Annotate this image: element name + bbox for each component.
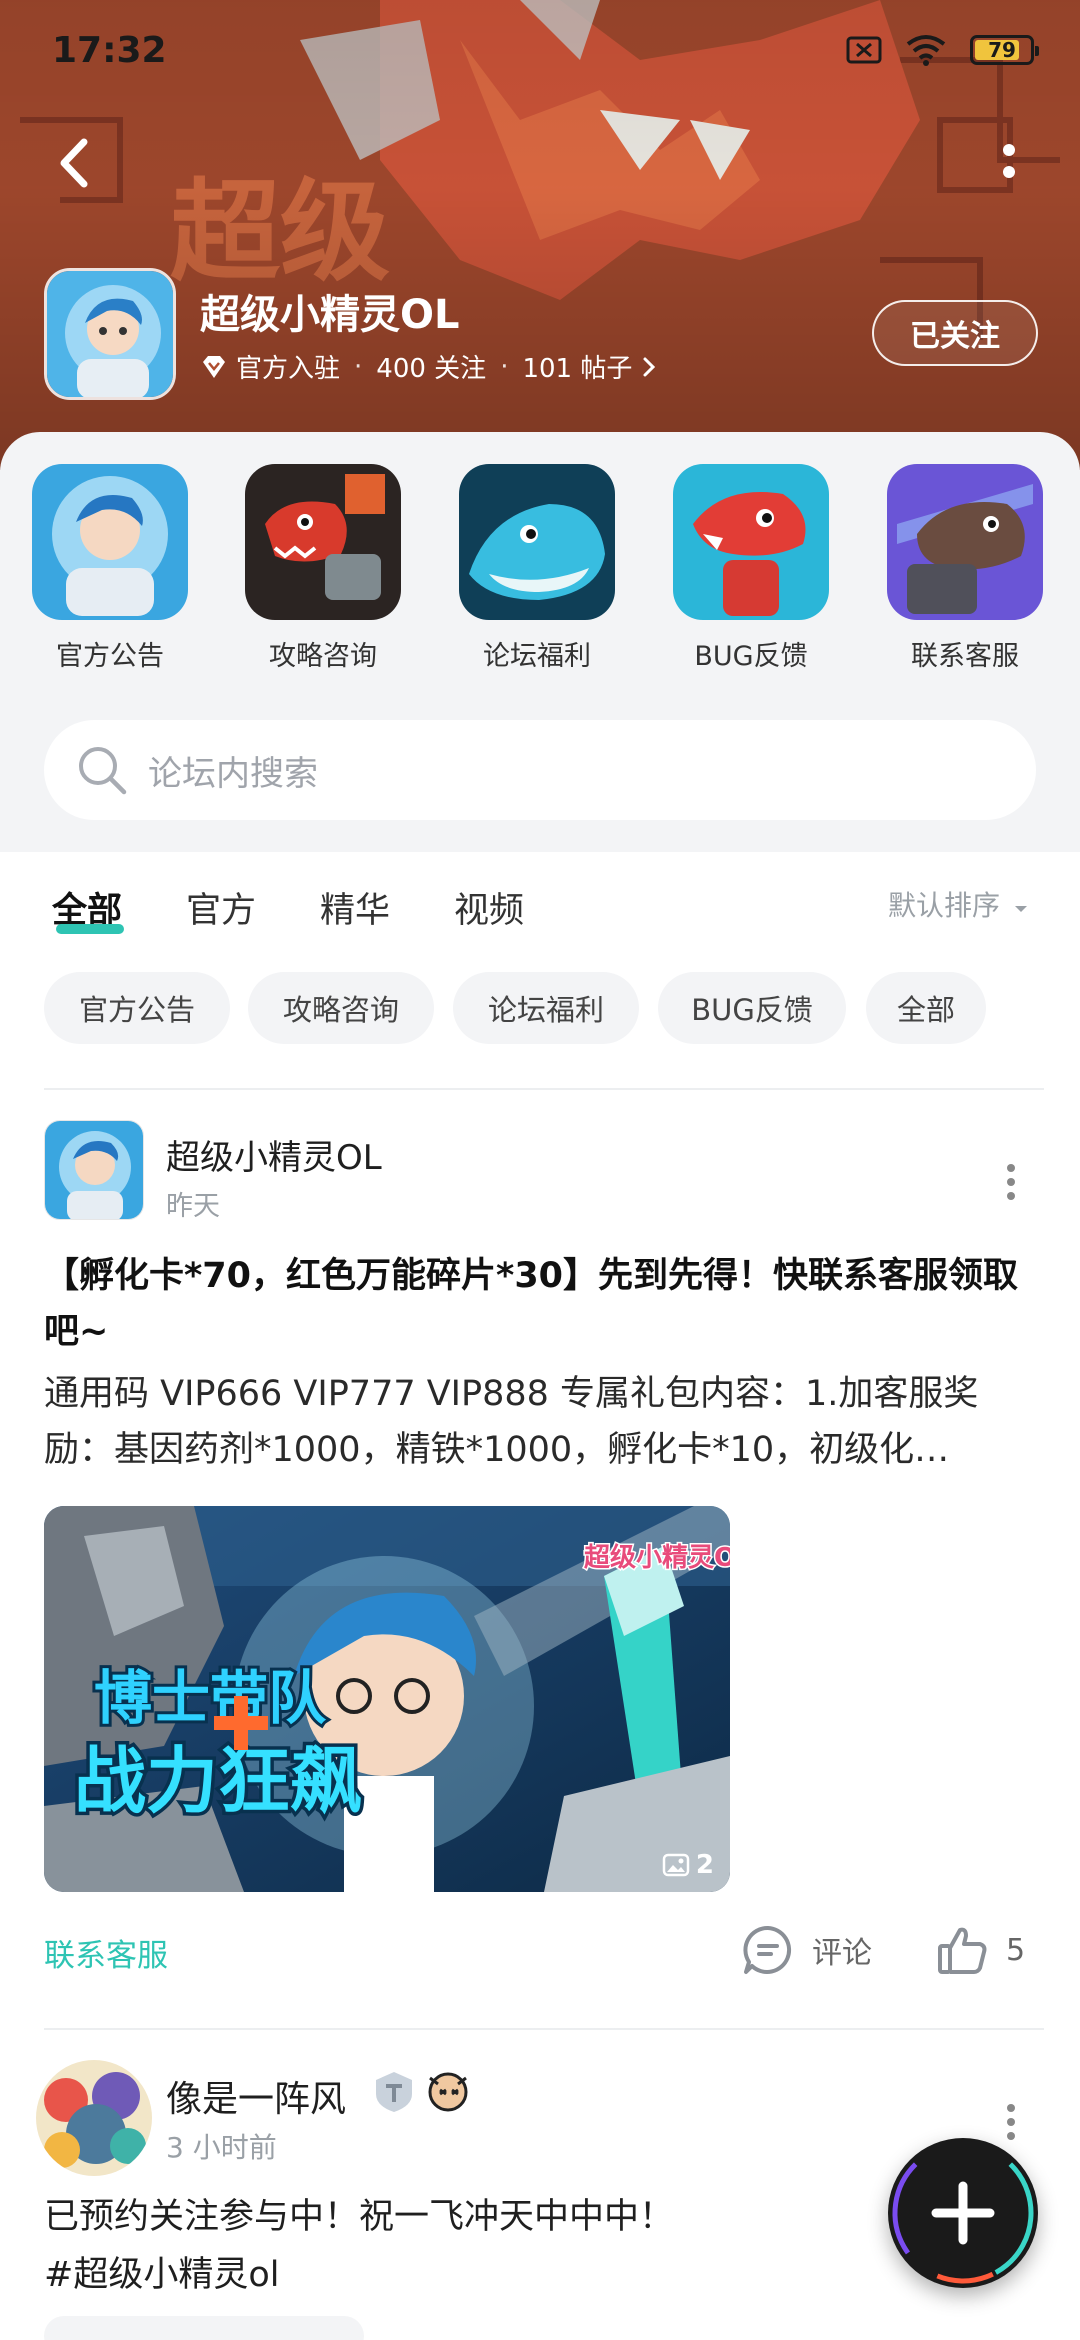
- chip-all[interactable]: 全部: [866, 972, 986, 1044]
- tab-featured[interactable]: 精华: [320, 882, 390, 933]
- post-time: 昨天: [166, 1191, 220, 1222]
- post-actions: 联系客服 评论 5: [0, 1920, 1080, 1990]
- like-count: 5: [1006, 1932, 1026, 1968]
- shortcut-forum-welfare[interactable]: 论坛福利: [442, 464, 632, 674]
- like-button[interactable]: 5: [934, 1920, 1025, 1980]
- post-count: 101 帖子: [522, 354, 633, 384]
- skull-badge-icon: [428, 2072, 468, 2112]
- contact-service-icon: [887, 464, 1043, 620]
- chevron-right-icon: [643, 357, 656, 376]
- forum-search-bar[interactable]: 论坛内搜索: [44, 720, 1036, 820]
- caret-down-icon: [1014, 906, 1027, 912]
- forum-avatar[interactable]: [44, 268, 176, 400]
- chip-official-notice[interactable]: 官方公告: [44, 972, 230, 1044]
- divider: [44, 2028, 1044, 2030]
- sort-dropdown[interactable]: 默认排序: [888, 884, 1029, 924]
- search-icon: [79, 747, 127, 795]
- gallery-icon: [662, 1853, 690, 1877]
- shortcut-label: 论坛福利: [483, 641, 591, 672]
- forum-meta[interactable]: 官方入驻 · 400 关注 · 101 帖子: [200, 348, 658, 385]
- bug-report-icon: [673, 464, 829, 620]
- shortcut-label: 攻略咨询: [269, 641, 377, 672]
- status-time: 17:32: [52, 30, 167, 71]
- wifi-icon: [906, 35, 946, 66]
- post-body-line: 已预约关注参与中！祝一飞冲天中中中！: [44, 2197, 675, 2237]
- forum-panel: 官方公告 攻略咨询 论坛福利 BUG反馈 联系客服 论坛内搜索: [0, 432, 1080, 852]
- status-icons: 79: [846, 34, 1039, 66]
- post-card[interactable]: 超级小精灵OL 昨天 【孵化卡*70，红色万能碎片*30】先到先得！快联系客服领…: [0, 1120, 1080, 2020]
- author-avatar[interactable]: [36, 2060, 152, 2176]
- back-button[interactable]: [40, 128, 110, 198]
- divider: [44, 1088, 1044, 1090]
- meta-separator: ·: [500, 351, 509, 382]
- verified-diamond-icon: [203, 355, 225, 378]
- tab-official[interactable]: 官方: [186, 882, 256, 933]
- battery-level: 79: [988, 38, 1016, 62]
- post-time: 3 小时前: [166, 2131, 277, 2164]
- post-image[interactable]: 博士带队 战力狂飙 超级小精灵OL 2: [44, 1506, 730, 1892]
- post-hashtag[interactable]: #超级小精灵ol: [44, 2246, 944, 2304]
- image-headline-top: 博士带队: [94, 1664, 327, 1732]
- contact-service-link[interactable]: 联系客服: [44, 1930, 168, 1975]
- shortcut-row: 官方公告 攻略咨询 论坛福利 BUG反馈 联系客服: [0, 464, 1080, 672]
- strategy-icon: [245, 464, 401, 620]
- comment-label: 评论: [812, 1936, 872, 1971]
- status-bar: 17:32 79: [0, 0, 1080, 100]
- follow-count: 400 关注: [376, 354, 487, 384]
- post-title[interactable]: 【孵化卡*70，红色万能碎片*30】先到先得！快联系客服领取吧~: [44, 1248, 1044, 1360]
- image-count: 2: [695, 1850, 714, 1880]
- shortcut-label: 官方公告: [56, 641, 164, 672]
- image-game-logo: 超级小精灵OL: [584, 1542, 730, 1573]
- author-name[interactable]: 像是一阵风: [166, 2070, 346, 2122]
- post-more-icon[interactable]: [996, 1160, 1026, 1204]
- sim-icon: [846, 36, 882, 64]
- post-body[interactable]: 通用码 VIP666 VIP777 VIP888 专属礼包内容：1.加客服奖励：…: [44, 1366, 1044, 1478]
- shortcut-label: 联系客服: [911, 641, 1019, 672]
- search-placeholder: 论坛内搜索: [148, 753, 318, 794]
- forum-welfare-icon: [459, 464, 615, 620]
- comment-button[interactable]: 评论: [740, 1920, 872, 1980]
- more-options-button[interactable]: [984, 128, 1034, 198]
- filter-chips: 官方公告 攻略咨询 论坛福利 BUG反馈 全部: [0, 972, 1080, 1046]
- battery-icon: 79: [970, 35, 1039, 65]
- shortcut-contact-service[interactable]: 联系客服: [870, 464, 1060, 674]
- official-badge-label: 官方入驻: [236, 354, 341, 384]
- author-avatar[interactable]: [44, 1120, 144, 1220]
- shortcut-official-notice[interactable]: 官方公告: [15, 464, 205, 674]
- shortcut-strategy[interactable]: 攻略咨询: [228, 464, 418, 674]
- create-post-fab[interactable]: [888, 2138, 1038, 2288]
- meta-separator: ·: [354, 351, 363, 382]
- sort-label: 默认排序: [888, 889, 1001, 922]
- post-body[interactable]: 已预约关注参与中！祝一飞冲天中中中！ #超级小精灵ol: [44, 2188, 944, 2304]
- content-tabs: 全部 官方 精华 视频 默认排序: [0, 852, 1080, 962]
- forum-header: 超级 17:32 79: [0, 0, 1080, 470]
- official-notice-icon: [32, 464, 188, 620]
- chip-bug-report[interactable]: BUG反馈: [658, 972, 846, 1044]
- image-headline-bottom: 战力狂飙: [74, 1739, 362, 1823]
- post-tag-placeholder: [44, 2316, 364, 2340]
- comment-icon: [743, 1925, 792, 1974]
- author-name[interactable]: 超级小精灵OL: [166, 1130, 382, 1179]
- followed-button[interactable]: 已关注: [872, 300, 1038, 366]
- shortcut-label: BUG反馈: [694, 641, 808, 672]
- active-tab-indicator: [56, 924, 124, 934]
- chip-strategy[interactable]: 攻略咨询: [248, 972, 434, 1044]
- tab-video[interactable]: 视频: [454, 882, 524, 933]
- level-badge-icon: [376, 2072, 412, 2112]
- plus-icon: [892, 2142, 1034, 2284]
- shortcut-bug-report[interactable]: BUG反馈: [656, 464, 846, 674]
- thumbs-up-icon: [938, 1927, 987, 1974]
- image-count-badge: 2: [662, 1850, 714, 1880]
- chip-forum-welfare[interactable]: 论坛福利: [453, 972, 639, 1044]
- forum-info: 超级小精灵OL 官方入驻 · 400 关注 · 101 帖子 已关注: [44, 268, 1044, 408]
- forum-title: 超级小精灵OL: [200, 292, 460, 338]
